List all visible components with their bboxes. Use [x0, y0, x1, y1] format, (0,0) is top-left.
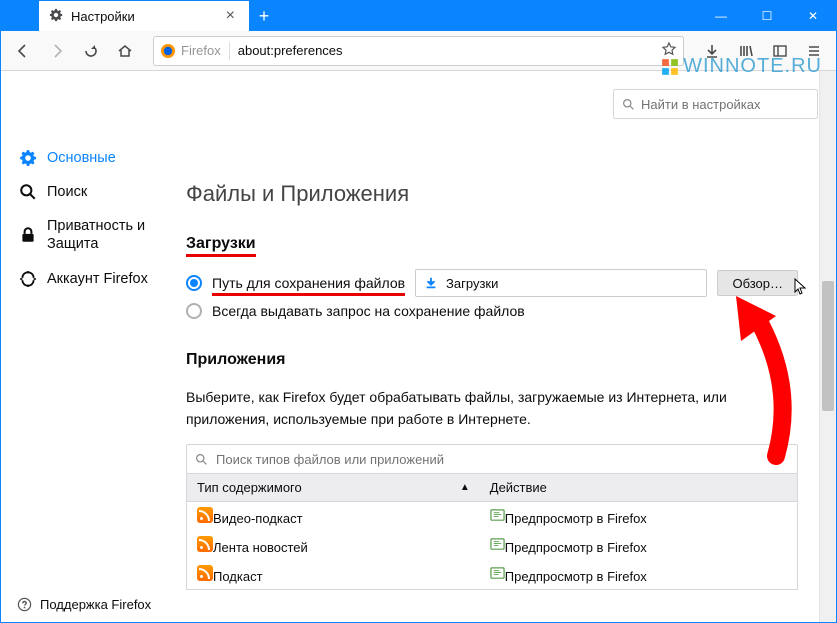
back-button[interactable] [7, 35, 39, 67]
table-row[interactable]: Лента новостей Предпросмотр в Firefox [187, 531, 798, 560]
library-button[interactable] [730, 35, 762, 67]
sidebar-item-label: Аккаунт Firefox [47, 270, 148, 288]
sidebar-item-label: Поиск [47, 183, 87, 201]
sidebar-item-account[interactable]: Аккаунт Firefox [1, 262, 176, 296]
menu-button[interactable] [798, 35, 830, 67]
downloads-heading: Загрузки [186, 235, 256, 253]
scroll-thumb[interactable] [822, 281, 834, 411]
radio-save-to[interactable] [186, 275, 202, 291]
sort-asc-icon: ▲ [460, 482, 470, 493]
titlebar: Настройки × + — ☐ ✕ [1, 1, 836, 31]
download-arrow-icon [424, 276, 438, 290]
radio-always-ask[interactable] [186, 303, 202, 319]
rss-icon [197, 565, 213, 581]
sidebar-item-privacy[interactable]: Приватность и Защита [1, 209, 176, 261]
preview-icon [490, 537, 505, 552]
site-identity[interactable]: Firefox [160, 43, 221, 59]
applications-heading: Приложения [186, 351, 286, 369]
preferences-content: Найти в настройках Файлы и Приложения За… [176, 71, 836, 622]
forward-button[interactable] [41, 35, 73, 67]
reload-button[interactable] [75, 35, 107, 67]
rss-icon [197, 507, 213, 523]
home-button[interactable] [109, 35, 141, 67]
new-tab-button[interactable]: + [249, 1, 279, 31]
support-link[interactable]: Поддержка Firefox [17, 597, 151, 612]
bookmark-star-icon[interactable] [661, 41, 677, 60]
maximize-button[interactable]: ☐ [744, 1, 790, 31]
rss-icon [197, 536, 213, 552]
tab-title: Настройки [71, 9, 135, 24]
col-action[interactable]: Действие [480, 474, 798, 502]
sidebar-item-label: Приватность и Защита [47, 217, 162, 253]
save-to-row: Путь для сохранения файлов Загрузки Обзо… [186, 269, 798, 297]
sidebar-item-search[interactable]: Поиск [1, 175, 176, 209]
search-icon [195, 453, 208, 466]
browse-button[interactable]: Обзор… [717, 270, 798, 296]
minimize-button[interactable]: — [698, 1, 744, 31]
browser-tab[interactable]: Настройки × [39, 1, 249, 31]
section-heading: Файлы и Приложения [186, 181, 798, 207]
preview-icon [490, 566, 505, 581]
nav-toolbar: Firefox about:preferences [1, 31, 836, 71]
preferences-sidebar: Основные Поиск Приватность и Защита Акка… [1, 71, 176, 622]
always-ask-label: Всегда выдавать запрос на сохранение фай… [212, 303, 525, 319]
close-window-button[interactable]: ✕ [790, 1, 836, 31]
applications-table: Тип содержимого▲ Действие Видео-подкаст … [186, 474, 798, 590]
downloads-button[interactable] [696, 35, 728, 67]
scrollbar[interactable] [819, 71, 836, 622]
col-content-type[interactable]: Тип содержимого▲ [187, 474, 480, 502]
table-row[interactable]: Видео-подкаст Предпросмотр в Firefox [187, 502, 798, 532]
close-tab-icon[interactable]: × [222, 7, 239, 25]
preview-icon [490, 508, 505, 523]
gear-icon [49, 8, 63, 25]
search-icon [622, 98, 635, 111]
sidebar-item-general[interactable]: Основные [1, 141, 176, 175]
sidebar-item-label: Основные [47, 149, 116, 167]
firefox-icon [160, 43, 176, 59]
download-folder-field[interactable]: Загрузки [415, 269, 707, 297]
applications-description: Выберите, как Firefox будет обрабатывать… [186, 387, 798, 430]
sidebar-button[interactable] [764, 35, 796, 67]
save-to-label: Путь для сохранения файлов [212, 275, 405, 291]
url-text: about:preferences [238, 43, 343, 58]
table-row[interactable]: Подкаст Предпросмотр в Firefox [187, 560, 798, 590]
always-ask-row: Всегда выдавать запрос на сохранение фай… [186, 303, 798, 319]
url-bar[interactable]: Firefox about:preferences [153, 36, 684, 66]
applications-search[interactable]: Поиск типов файлов или приложений [186, 444, 798, 474]
preferences-search[interactable]: Найти в настройках [613, 89, 818, 119]
